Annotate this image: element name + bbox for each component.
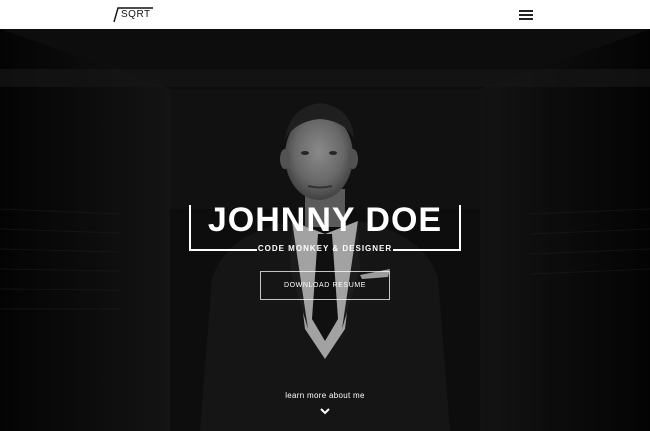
menu-bar: [519, 18, 533, 20]
logo-mark: SQRT: [113, 7, 153, 23]
hamburger-menu-icon[interactable]: [519, 9, 533, 21]
menu-bar: [519, 14, 533, 16]
page: SQRT JOHNNY DOE CODE MONKEY & DESIGNER D…: [0, 0, 650, 431]
menu-bar: [519, 10, 533, 12]
title-frame: JOHNNY DOE CODE MONKEY & DESIGNER: [189, 201, 461, 253]
logo[interactable]: SQRT: [113, 7, 153, 23]
hero-subtitle: CODE MONKEY & DESIGNER: [257, 244, 393, 253]
hero-title: JOHNNY DOE: [207, 201, 443, 239]
chevron-down-icon[interactable]: [320, 407, 330, 415]
learn-more-link[interactable]: learn more about me: [225, 391, 425, 400]
top-navbar: SQRT: [0, 0, 650, 29]
logo-text: SQRT: [121, 9, 151, 20]
hero-section: JOHNNY DOE CODE MONKEY & DESIGNER DOWNLO…: [0, 29, 650, 431]
download-resume-button[interactable]: DOWNLOAD RESUME: [260, 271, 390, 300]
